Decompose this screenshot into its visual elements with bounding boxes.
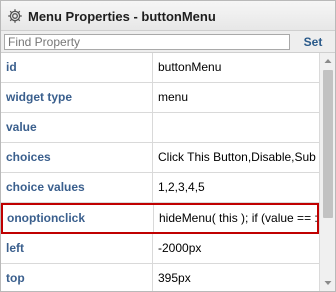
find-property-input[interactable] xyxy=(4,34,290,50)
property-value[interactable]: 1,2,3,4,5 xyxy=(154,173,319,202)
properties-panel: Menu Properties - buttonMenu Set id butt… xyxy=(0,0,336,292)
property-value[interactable]: -2000px xyxy=(154,234,319,263)
property-row-top[interactable]: top 395px xyxy=(1,264,319,291)
search-bar: Set xyxy=(1,31,335,53)
scroll-up-arrow-icon[interactable] xyxy=(320,53,336,69)
property-value[interactable]: Click This Button,Disable,Sub xyxy=(154,143,319,172)
property-row-widget-type[interactable]: widget type menu xyxy=(1,83,319,113)
property-key: choice values xyxy=(1,173,153,202)
property-row-choice-values[interactable]: choice values 1,2,3,4,5 xyxy=(1,173,319,203)
panel-title: Menu Properties - buttonMenu xyxy=(28,9,216,24)
property-value[interactable]: buttonMenu xyxy=(154,53,319,82)
title-bar: Menu Properties - buttonMenu xyxy=(1,1,335,31)
property-key: choices xyxy=(1,143,153,172)
property-key: value xyxy=(1,113,153,142)
scrollbar-thumb[interactable] xyxy=(323,70,333,218)
property-grid: id buttonMenu widget type menu value cho… xyxy=(1,53,319,291)
property-row-id[interactable]: id buttonMenu xyxy=(1,53,319,83)
property-row-choices[interactable]: choices Click This Button,Disable,Sub xyxy=(1,143,319,173)
property-value[interactable]: hideMenu( this ); if (value == : xyxy=(155,205,319,232)
property-key: id xyxy=(1,53,153,82)
property-row-value[interactable]: value xyxy=(1,113,319,143)
property-value[interactable]: 395px xyxy=(154,264,319,291)
property-key: widget type xyxy=(1,83,153,112)
property-key: left xyxy=(1,234,153,263)
property-key: top xyxy=(1,264,153,291)
property-value[interactable]: menu xyxy=(154,83,319,112)
set-button[interactable]: Set xyxy=(294,33,332,51)
property-key: onoptionclick xyxy=(2,205,154,232)
vertical-scrollbar[interactable] xyxy=(319,53,335,291)
gear-icon xyxy=(7,8,23,24)
property-row-onoptionclick[interactable]: onoptionclick hideMenu( this ); if (valu… xyxy=(1,203,319,234)
scroll-down-arrow-icon[interactable] xyxy=(320,275,336,291)
property-value[interactable] xyxy=(154,113,319,142)
property-row-left[interactable]: left -2000px xyxy=(1,234,319,264)
